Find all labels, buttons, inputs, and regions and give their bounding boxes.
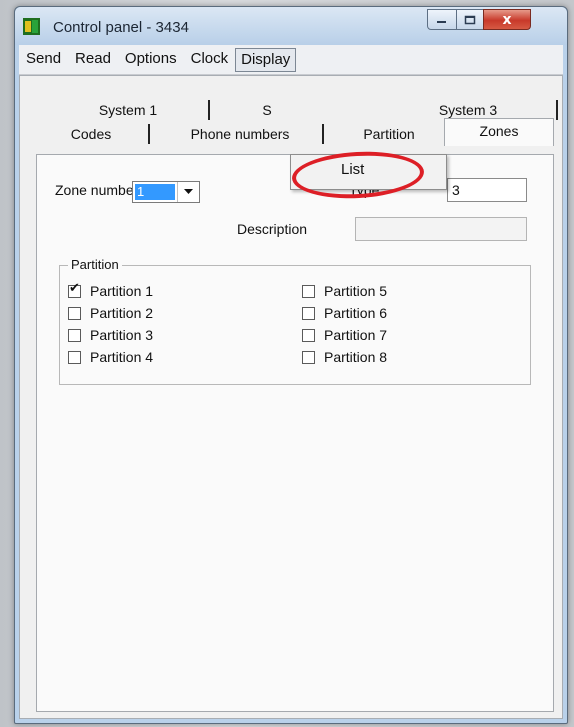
partition-checkbox[interactable]: [302, 284, 315, 298]
partition-checkbox-row[interactable]: Partition 8: [302, 348, 387, 366]
tab-phone-numbers[interactable]: Phone numbers: [160, 122, 320, 146]
chevron-down-icon: [184, 189, 193, 194]
menu-options[interactable]: Options: [118, 48, 184, 72]
control-panel-window: Control panel - 3434 x Send Read Options…: [14, 6, 568, 724]
zone-number-label: Zone number: [55, 182, 139, 198]
partition-checkbox-row[interactable]: Partition 7: [302, 326, 387, 344]
tab-zones[interactable]: Zones: [444, 118, 554, 146]
tab-separator: [322, 124, 324, 144]
description-label: Description: [237, 221, 308, 237]
menu-read[interactable]: Read: [68, 48, 118, 72]
tab-separator: [208, 100, 210, 120]
title-bar[interactable]: Control panel - 3434 x: [15, 7, 567, 45]
close-button[interactable]: x: [483, 9, 531, 30]
partition-checkbox[interactable]: [302, 306, 315, 320]
dropdown-arrow-button[interactable]: [177, 182, 199, 202]
partition-checkbox-row[interactable]: Partition 3: [68, 326, 153, 344]
partition-group: Partition ✔ Partition 1 Partition 2 Partiti…: [59, 257, 531, 385]
menu-clock[interactable]: Clock: [184, 48, 236, 72]
tab-system-2[interactable]: S: [252, 98, 282, 122]
maximize-icon: [464, 15, 476, 24]
partition-checkbox[interactable]: ✔: [68, 281, 81, 298]
tab-separator: [148, 124, 150, 144]
partition-label: Partition 8: [324, 349, 388, 365]
partition-group-title: Partition: [68, 257, 122, 272]
partition-checkbox[interactable]: [302, 328, 315, 342]
partition-checkbox-row[interactable]: Partition 4: [68, 348, 153, 366]
tab-codes[interactable]: Codes: [36, 122, 146, 146]
partition-checkbox-row[interactable]: Partition 2: [68, 304, 153, 322]
partition-label: Partition 1: [90, 283, 154, 299]
minimize-icon: [437, 20, 446, 23]
partition-checkbox[interactable]: [302, 350, 315, 364]
checkmark-icon: ✔: [69, 280, 80, 296]
window-title: Control panel - 3434: [53, 19, 189, 36]
zone-number-value: 1: [135, 184, 175, 200]
menu-display[interactable]: Display: [235, 47, 297, 72]
tab-system-1[interactable]: System 1: [68, 98, 188, 122]
partition-label: Partition 5: [324, 283, 388, 299]
partition-label: Partition 3: [90, 327, 154, 343]
partition-label: Partition 4: [90, 349, 154, 365]
partition-checkbox-row[interactable]: Partition 5: [302, 282, 387, 300]
description-field[interactable]: [355, 217, 527, 241]
app-icon: [23, 18, 40, 35]
partition-checkbox[interactable]: [68, 306, 81, 320]
minimize-button[interactable]: [427, 9, 457, 30]
close-icon: x: [502, 11, 512, 28]
maximize-button[interactable]: [456, 9, 484, 30]
zone-number-select[interactable]: 1: [132, 181, 200, 203]
partition-label: Partition 7: [324, 327, 388, 343]
partition-label: Partition 2: [90, 305, 154, 321]
tab-partition[interactable]: Partition: [338, 122, 440, 146]
menu-send[interactable]: Send: [19, 48, 68, 72]
tab-row-front: Codes Phone numbers Partition Zones: [20, 118, 562, 146]
partition-checkbox[interactable]: [68, 328, 81, 342]
menu-bar: Send Read Options Clock Display: [19, 45, 563, 75]
partition-checkbox-row[interactable]: Partition 6: [302, 304, 387, 322]
partition-checkbox-row[interactable]: ✔ Partition 1: [68, 281, 154, 300]
partition-label: Partition 6: [324, 305, 388, 321]
partition-checkbox[interactable]: [68, 350, 81, 364]
tab-separator: [556, 100, 558, 120]
zones-panel: Zone number 1 Type 3 Description Partiti…: [36, 154, 554, 712]
type-field[interactable]: 3: [447, 178, 527, 202]
client-area: System 1 S System 3 Codes Phone numbers …: [19, 75, 563, 719]
